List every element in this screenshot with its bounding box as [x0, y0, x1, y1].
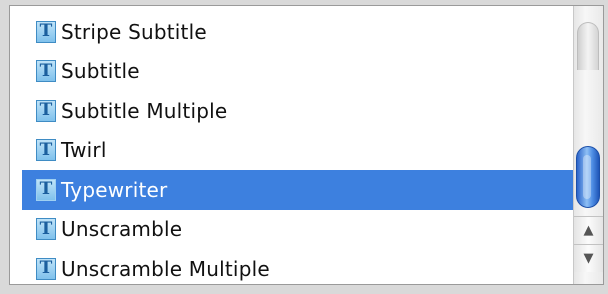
text-icon: T [36, 218, 56, 241]
list-item[interactable]: T Subtitle Multiple [22, 91, 574, 131]
list-item[interactable]: T Unscramble Multiple [22, 249, 574, 284]
list-item-label: Typewriter [61, 177, 168, 202]
list-item-label: Stripe Subtitle [61, 19, 207, 44]
list-item[interactable]: T Stripe Subtitle [22, 12, 574, 52]
list-item-label: Subtitle Multiple [61, 98, 228, 123]
list-item-label: Twirl [61, 138, 107, 163]
list-item-selected[interactable]: T Typewriter [22, 170, 574, 210]
scrollbar-track-cap [577, 22, 599, 70]
effects-list: T Stripe Subtitle T Subtitle T Subtitle … [22, 12, 574, 284]
scrollbar-thumb[interactable] [576, 146, 600, 208]
scroll-down-arrow-icon[interactable]: ▼ [574, 244, 603, 272]
vertical-scrollbar[interactable]: ▲ ▼ [573, 6, 603, 284]
text-icon: T [36, 139, 56, 162]
text-icon: T [36, 178, 56, 201]
text-icon: T [36, 20, 56, 43]
text-icon: T [36, 257, 56, 280]
text-icon: T [36, 60, 56, 83]
list-item[interactable]: T Unscramble [22, 210, 574, 250]
effects-list-box: T Stripe Subtitle T Subtitle T Subtitle … [9, 5, 604, 285]
scroll-up-arrow-icon[interactable]: ▲ [574, 216, 603, 244]
list-item[interactable]: T Twirl [22, 131, 574, 171]
list-item-label: Subtitle [61, 59, 140, 84]
list-item-label: Unscramble Multiple [61, 256, 270, 281]
list-item[interactable]: T Subtitle [22, 52, 574, 92]
text-icon: T [36, 99, 56, 122]
list-item-label: Unscramble [61, 217, 183, 242]
